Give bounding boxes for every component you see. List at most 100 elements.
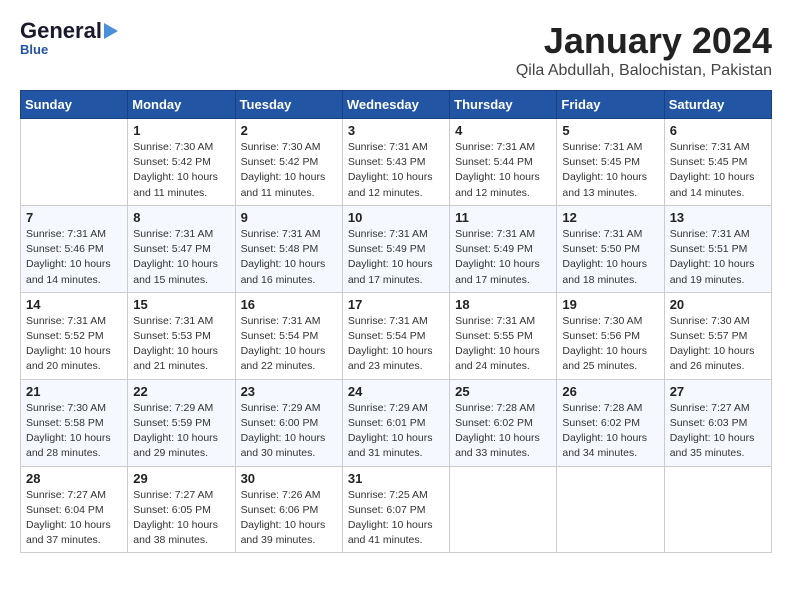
day-number: 10 xyxy=(348,210,444,225)
day-info: Sunrise: 7:26 AM Sunset: 6:06 PM Dayligh… xyxy=(241,488,337,549)
day-number: 2 xyxy=(241,123,337,138)
day-info: Sunrise: 7:31 AM Sunset: 5:47 PM Dayligh… xyxy=(133,227,229,288)
day-info: Sunrise: 7:29 AM Sunset: 6:00 PM Dayligh… xyxy=(241,401,337,462)
day-number: 15 xyxy=(133,297,229,312)
calendar-cell: 11 Sunrise: 7:31 AM Sunset: 5:49 PM Dayli… xyxy=(450,205,557,292)
calendar-week-row: 7 Sunrise: 7:31 AM Sunset: 5:46 PM Daylig… xyxy=(21,205,772,292)
calendar-cell: 20 Sunrise: 7:30 AM Sunset: 5:57 PM Dayli… xyxy=(664,292,771,379)
day-info: Sunrise: 7:25 AM Sunset: 6:07 PM Dayligh… xyxy=(348,488,444,549)
day-number: 23 xyxy=(241,384,337,399)
day-number: 13 xyxy=(670,210,766,225)
day-number: 5 xyxy=(562,123,658,138)
calendar-cell: 16Sunrise: 7:31 AM Sunset: 5:54 PM Dayli… xyxy=(235,292,342,379)
calendar-cell: 2 Sunrise: 7:30 AM Sunset: 5:42 PM Daylig… xyxy=(235,119,342,206)
calendar-cell: 23 Sunrise: 7:29 AM Sunset: 6:00 PM Dayli… xyxy=(235,379,342,466)
calendar-cell xyxy=(557,466,664,553)
day-info: Sunrise: 7:31 AM Sunset: 5:43 PM Dayligh… xyxy=(348,140,444,201)
day-number: 20 xyxy=(670,297,766,312)
calendar-cell: 4Sunrise: 7:31 AM Sunset: 5:44 PM Daylig… xyxy=(450,119,557,206)
logo: General Blue xyxy=(20,20,118,57)
calendar-table: SundayMondayTuesdayWednesdayThursdayFrid… xyxy=(20,90,772,553)
day-info: Sunrise: 7:31 AM Sunset: 5:45 PM Dayligh… xyxy=(670,140,766,201)
day-info: Sunrise: 7:30 AM Sunset: 5:57 PM Dayligh… xyxy=(670,314,766,375)
day-info: Sunrise: 7:30 AM Sunset: 5:58 PM Dayligh… xyxy=(26,401,122,462)
day-info: Sunrise: 7:28 AM Sunset: 6:02 PM Dayligh… xyxy=(562,401,658,462)
calendar-cell: 28 Sunrise: 7:27 AM Sunset: 6:04 PM Dayli… xyxy=(21,466,128,553)
day-info: Sunrise: 7:29 AM Sunset: 5:59 PM Dayligh… xyxy=(133,401,229,462)
calendar-cell: 9 Sunrise: 7:31 AM Sunset: 5:48 PM Daylig… xyxy=(235,205,342,292)
day-number: 4 xyxy=(455,123,551,138)
calendar-cell: 14Sunrise: 7:31 AM Sunset: 5:52 PM Dayli… xyxy=(21,292,128,379)
logo-sub: Blue xyxy=(20,42,48,57)
calendar-cell: 25Sunrise: 7:28 AM Sunset: 6:02 PM Dayli… xyxy=(450,379,557,466)
day-number: 26 xyxy=(562,384,658,399)
day-info: Sunrise: 7:28 AM Sunset: 6:02 PM Dayligh… xyxy=(455,401,551,462)
header-thursday: Thursday xyxy=(450,91,557,119)
calendar-cell: 7 Sunrise: 7:31 AM Sunset: 5:46 PM Daylig… xyxy=(21,205,128,292)
calendar-week-row: 21 Sunrise: 7:30 AM Sunset: 5:58 PM Dayli… xyxy=(21,379,772,466)
day-number: 11 xyxy=(455,210,551,225)
calendar-cell: 24 Sunrise: 7:29 AM Sunset: 6:01 PM Dayli… xyxy=(342,379,449,466)
day-number: 9 xyxy=(241,210,337,225)
calendar-cell: 29 Sunrise: 7:27 AM Sunset: 6:05 PM Dayli… xyxy=(128,466,235,553)
day-number: 3 xyxy=(348,123,444,138)
logo-arrow-icon xyxy=(104,23,118,39)
calendar-cell xyxy=(450,466,557,553)
day-info: Sunrise: 7:31 AM Sunset: 5:49 PM Dayligh… xyxy=(455,227,551,288)
day-number: 29 xyxy=(133,471,229,486)
day-info: Sunrise: 7:31 AM Sunset: 5:54 PM Dayligh… xyxy=(348,314,444,375)
day-number: 28 xyxy=(26,471,122,486)
calendar-cell: 6 Sunrise: 7:31 AM Sunset: 5:45 PM Daylig… xyxy=(664,119,771,206)
day-info: Sunrise: 7:27 AM Sunset: 6:04 PM Dayligh… xyxy=(26,488,122,549)
day-info: Sunrise: 7:30 AM Sunset: 5:42 PM Dayligh… xyxy=(241,140,337,201)
calendar-header-row: SundayMondayTuesdayWednesdayThursdayFrid… xyxy=(21,91,772,119)
calendar-cell: 30 Sunrise: 7:26 AM Sunset: 6:06 PM Dayli… xyxy=(235,466,342,553)
day-number: 7 xyxy=(26,210,122,225)
title-block: January 2024 Qila Abdullah, Balochistan,… xyxy=(516,20,772,80)
header-tuesday: Tuesday xyxy=(235,91,342,119)
day-info: Sunrise: 7:31 AM Sunset: 5:46 PM Dayligh… xyxy=(26,227,122,288)
calendar-cell xyxy=(21,119,128,206)
day-number: 22 xyxy=(133,384,229,399)
calendar-cell: 19Sunrise: 7:30 AM Sunset: 5:56 PM Dayli… xyxy=(557,292,664,379)
day-number: 21 xyxy=(26,384,122,399)
calendar-cell: 5 Sunrise: 7:31 AM Sunset: 5:45 PM Daylig… xyxy=(557,119,664,206)
calendar-week-row: 1Sunrise: 7:30 AM Sunset: 5:42 PM Daylig… xyxy=(21,119,772,206)
calendar-title: January 2024 xyxy=(516,20,772,62)
day-info: Sunrise: 7:31 AM Sunset: 5:52 PM Dayligh… xyxy=(26,314,122,375)
calendar-subtitle: Qila Abdullah, Balochistan, Pakistan xyxy=(516,62,772,80)
day-info: Sunrise: 7:31 AM Sunset: 5:48 PM Dayligh… xyxy=(241,227,337,288)
day-info: Sunrise: 7:30 AM Sunset: 5:56 PM Dayligh… xyxy=(562,314,658,375)
day-info: Sunrise: 7:31 AM Sunset: 5:55 PM Dayligh… xyxy=(455,314,551,375)
calendar-cell: 26 Sunrise: 7:28 AM Sunset: 6:02 PM Dayli… xyxy=(557,379,664,466)
header-sunday: Sunday xyxy=(21,91,128,119)
calendar-week-row: 14Sunrise: 7:31 AM Sunset: 5:52 PM Dayli… xyxy=(21,292,772,379)
day-number: 30 xyxy=(241,471,337,486)
day-info: Sunrise: 7:31 AM Sunset: 5:50 PM Dayligh… xyxy=(562,227,658,288)
calendar-cell: 1Sunrise: 7:30 AM Sunset: 5:42 PM Daylig… xyxy=(128,119,235,206)
calendar-cell: 3 Sunrise: 7:31 AM Sunset: 5:43 PM Daylig… xyxy=(342,119,449,206)
day-info: Sunrise: 7:31 AM Sunset: 5:45 PM Dayligh… xyxy=(562,140,658,201)
calendar-cell: 12 Sunrise: 7:31 AM Sunset: 5:50 PM Dayli… xyxy=(557,205,664,292)
calendar-cell: 13 Sunrise: 7:31 AM Sunset: 5:51 PM Dayli… xyxy=(664,205,771,292)
day-number: 6 xyxy=(670,123,766,138)
calendar-cell: 18 Sunrise: 7:31 AM Sunset: 5:55 PM Dayli… xyxy=(450,292,557,379)
day-info: Sunrise: 7:27 AM Sunset: 6:05 PM Dayligh… xyxy=(133,488,229,549)
day-info: Sunrise: 7:29 AM Sunset: 6:01 PM Dayligh… xyxy=(348,401,444,462)
calendar-cell: 17Sunrise: 7:31 AM Sunset: 5:54 PM Dayli… xyxy=(342,292,449,379)
calendar-week-row: 28 Sunrise: 7:27 AM Sunset: 6:04 PM Dayli… xyxy=(21,466,772,553)
header-wednesday: Wednesday xyxy=(342,91,449,119)
day-number: 12 xyxy=(562,210,658,225)
header-friday: Friday xyxy=(557,91,664,119)
logo-text: General xyxy=(20,20,102,42)
day-number: 18 xyxy=(455,297,551,312)
calendar-cell: 10Sunrise: 7:31 AM Sunset: 5:49 PM Dayli… xyxy=(342,205,449,292)
day-number: 8 xyxy=(133,210,229,225)
day-info: Sunrise: 7:27 AM Sunset: 6:03 PM Dayligh… xyxy=(670,401,766,462)
calendar-cell: 15Sunrise: 7:31 AM Sunset: 5:53 PM Dayli… xyxy=(128,292,235,379)
day-info: Sunrise: 7:31 AM Sunset: 5:51 PM Dayligh… xyxy=(670,227,766,288)
day-number: 24 xyxy=(348,384,444,399)
calendar-cell xyxy=(664,466,771,553)
calendar-cell: 8 Sunrise: 7:31 AM Sunset: 5:47 PM Daylig… xyxy=(128,205,235,292)
day-info: Sunrise: 7:30 AM Sunset: 5:42 PM Dayligh… xyxy=(133,140,229,201)
